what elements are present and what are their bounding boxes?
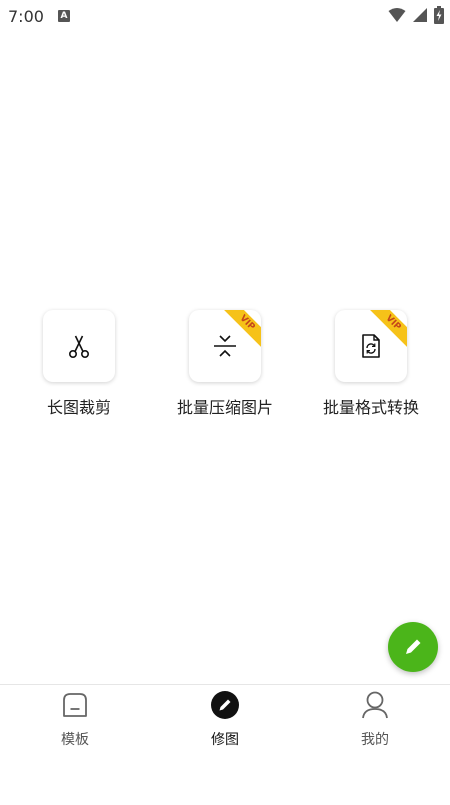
- nav-item-edit[interactable]: 修图: [175, 689, 275, 749]
- tool-label: 批量格式转换: [322, 398, 419, 417]
- tool-long-image-crop-button[interactable]: [43, 310, 115, 382]
- tool-batch-format-convert-button[interactable]: VIP: [335, 310, 407, 382]
- tool-batch-compress[interactable]: VIP 批量压缩图片: [163, 310, 287, 418]
- tool-label: 长图裁剪: [46, 398, 111, 417]
- tool-batch-format-convert[interactable]: VIP 批量格式转换: [309, 310, 433, 418]
- template-icon: [63, 693, 87, 717]
- tool-long-image-crop[interactable]: 长图裁剪: [31, 310, 127, 418]
- user-icon: [362, 691, 388, 719]
- nav-label-template: 模板: [61, 732, 89, 748]
- nav-item-profile[interactable]: 我的: [325, 689, 425, 749]
- tool-label: 批量压缩图片: [176, 398, 273, 417]
- battery-charging-icon: [434, 6, 444, 24]
- file-convert-icon: [362, 334, 380, 358]
- nav-label-edit: 修图: [211, 732, 239, 748]
- wifi-icon: [388, 8, 406, 22]
- status-time: 7:00: [8, 7, 44, 26]
- scissors-icon: [68, 335, 90, 358]
- nav-item-template[interactable]: 模板: [25, 689, 125, 749]
- edit-circle-icon: [211, 691, 239, 719]
- pencil-icon: [406, 639, 421, 654]
- compress-icon: [214, 335, 236, 357]
- tool-batch-compress-button[interactable]: VIP: [189, 310, 261, 382]
- notification-a-icon: A: [58, 10, 70, 22]
- status-bar: 7:00 A: [0, 0, 450, 32]
- bottom-navigation: 模板 修图 我的: [0, 684, 450, 805]
- nav-label-profile: 我的: [361, 732, 389, 748]
- floating-edit-button[interactable]: [388, 622, 438, 672]
- cell-signal-icon: [413, 8, 427, 22]
